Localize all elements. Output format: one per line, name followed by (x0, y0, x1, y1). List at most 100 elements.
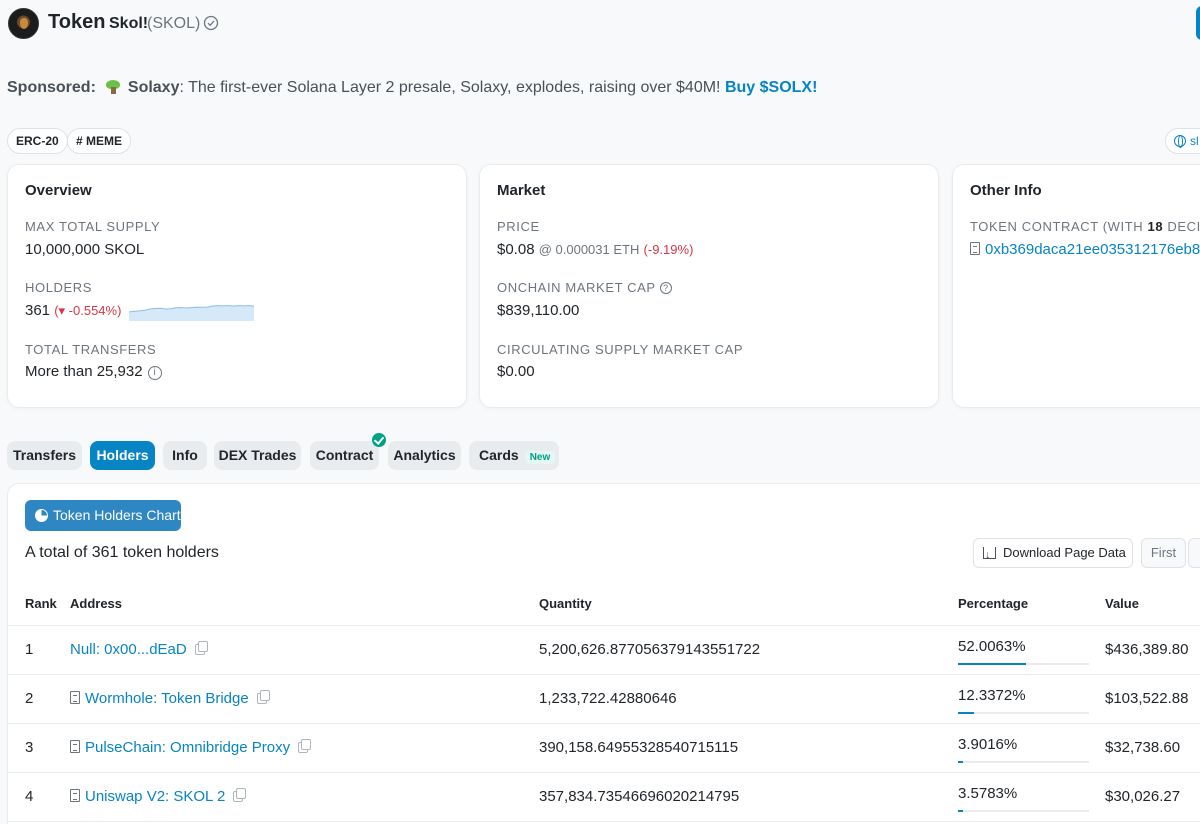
price-eth: @ 0.000031 ETH (538, 242, 640, 257)
meme-tag-badge[interactable]: # MEME (67, 128, 132, 154)
overview-card: Overview MAX TOTAL SUPPLY 10,000,000 SKO… (7, 164, 467, 408)
total-transfers-row: More than 25,932 i (25, 363, 162, 380)
website-badge[interactable]: sl (1165, 128, 1200, 154)
price-row: $0.08 @ 0.000031 ETH (-9.19%) (497, 241, 693, 258)
copy-icon[interactable] (298, 739, 312, 753)
market-cap-value: $839,110.00 (497, 302, 580, 319)
column-header-percentage: Percentage (958, 596, 1029, 611)
column-header-rank: Rank (25, 596, 57, 611)
circulating-mcap-label: CIRCULATING SUPPLY MARKET CAP (497, 342, 744, 357)
token-holders-chart-button[interactable]: Token Holders Chart (25, 500, 181, 531)
verified-check-icon (203, 15, 219, 31)
total-holders-text: A total of 361 token holders (25, 544, 219, 561)
erc20-badge[interactable]: ERC-20 (7, 128, 68, 154)
tab-cards-label: Cards (479, 447, 519, 463)
tab-transfers[interactable]: Transfers (7, 441, 82, 470)
column-header-address: Address (70, 596, 123, 611)
holders-sparkline (129, 305, 254, 321)
other-info-title: Other Info (970, 182, 1042, 199)
percentage-bar (958, 810, 1089, 812)
overview-title: Overview (25, 182, 92, 199)
holders-label: HOLDERS (25, 280, 93, 295)
tab-info[interactable]: Info (163, 441, 207, 470)
table-row: 3 PulseChain: Omnibridge Proxy 390,158.649… (8, 724, 1200, 773)
download-page-data-button[interactable]: Download Page Data (973, 538, 1133, 569)
tab-dex-trades[interactable]: DEX Trades (214, 441, 301, 470)
other-info-card: Other Info TOKEN CONTRACT (WITH 18 DECIM… (952, 164, 1200, 408)
max-supply-value: 10,000,000 SKOL (25, 241, 145, 258)
price-change: (-9.19%) (643, 242, 694, 257)
pie-chart-icon (35, 509, 48, 522)
percentage-cell: 3.5783% (958, 785, 1018, 802)
max-supply-label: MAX TOTAL SUPPLY (25, 219, 161, 234)
globe-icon (1174, 135, 1186, 148)
chart-button-label: Token Holders Chart (53, 507, 181, 523)
solaxy-logo-icon (104, 80, 124, 94)
tab-contract[interactable]: Contract (310, 441, 379, 470)
market-cap-label-row: ONCHAIN MARKET CAP? (497, 280, 672, 295)
holders-value-row: 361 (▾ -0.554%) (25, 302, 121, 319)
percentage-cell: 12.3372% (958, 687, 1026, 704)
tab-analytics[interactable]: Analytics (388, 441, 461, 470)
token-logo (8, 8, 39, 39)
address-cell: Wormhole: Token Bridge (70, 690, 270, 707)
tab-holders[interactable]: Holders (90, 441, 155, 470)
contract-file-icon (970, 242, 980, 255)
percentage-cell: 52.0063% (958, 638, 1026, 655)
quantity-cell: 357,834.735466960202147​95 (539, 788, 740, 805)
contract-verified-icon (372, 433, 386, 447)
sponsored-cta-link[interactable]: Buy $SOLX! (725, 79, 817, 96)
table-row: 2 Wormhole: Token Bridge 1,233,722.4288064… (8, 675, 1200, 724)
sponsored-brand[interactable]: Solaxy (128, 79, 180, 96)
previous-page-button[interactable] (1188, 538, 1200, 568)
page-title: Token (48, 11, 106, 33)
table-row: 1 Null: 0x00...dEaD 5,200,626.877056379143… (8, 626, 1200, 675)
value-cell: $32,738.60 (1105, 739, 1181, 756)
rank-cell: 1 (25, 641, 34, 658)
holders-count: 361 (25, 302, 51, 319)
percentage-bar (958, 761, 1089, 763)
total-transfers-value: More than 25,932 (25, 363, 143, 380)
holder-address-link[interactable]: Uniswap V2: SKOL 2 (85, 788, 225, 805)
holder-address-link[interactable]: Null: 0x00...dEaD (70, 641, 187, 658)
value-cell: $103,522.88 (1105, 690, 1189, 707)
market-card: Market PRICE $0.08 @ 0.000031 ETH (-9.19… (479, 164, 939, 408)
contract-file-icon (70, 740, 80, 753)
sponsored-label: Sponsored: (7, 79, 96, 96)
value-cell: $436,389.80 (1105, 641, 1189, 658)
percentage-bar-fill (958, 663, 1027, 665)
rank-cell: 4 (25, 788, 34, 805)
table-row: 4 Uniswap V2: SKOL 2 357,834.7354669602021… (8, 773, 1200, 822)
quantity-cell: 1,233,722.42880646 (539, 690, 677, 707)
holder-address-link[interactable]: PulseChain: Omnibridge Proxy (85, 739, 290, 756)
column-header-value: Value (1105, 596, 1139, 611)
tab-cards[interactable]: Cards New (469, 441, 559, 470)
contract-label-prefix: TOKEN CONTRACT (WITH (970, 219, 1144, 234)
info-icon[interactable]: i (147, 366, 162, 380)
circulating-mcap-value: $0.00 (497, 363, 535, 380)
new-badge: New (524, 451, 556, 464)
rank-cell: 3 (25, 739, 34, 756)
website-label: sl (1190, 134, 1199, 148)
total-transfers-label: TOTAL TRANSFERS (25, 342, 157, 357)
contract-label-suffix: DECIMAL (1167, 219, 1200, 234)
contract-file-icon (70, 789, 80, 802)
first-page-button[interactable]: First (1141, 538, 1186, 568)
help-icon[interactable]: ? (659, 282, 672, 294)
token-symbol: (SKOL) (147, 15, 201, 32)
value-cell: $30,026.27 (1105, 788, 1181, 805)
price-value: $0.08 (497, 241, 535, 258)
quantity-cell: 390,158.649553285407151​15 (539, 739, 739, 756)
page-header: Token Skol! (SKOL) (0, 0, 1200, 48)
contract-file-icon (70, 691, 80, 704)
percentage-bar (958, 712, 1089, 714)
contract-address-link[interactable]: 0xb369daca21ee035312176eb8 (985, 241, 1200, 258)
copy-icon[interactable] (233, 788, 247, 802)
copy-icon[interactable] (256, 690, 270, 704)
header-action-button[interactable] (1196, 6, 1200, 40)
holder-address-link[interactable]: Wormhole: Token Bridge (85, 690, 249, 707)
copy-icon[interactable] (194, 641, 208, 655)
address-cell: Null: 0x00...dEaD (70, 641, 208, 658)
market-title: Market (497, 182, 546, 199)
percentage-bar (958, 663, 1089, 665)
